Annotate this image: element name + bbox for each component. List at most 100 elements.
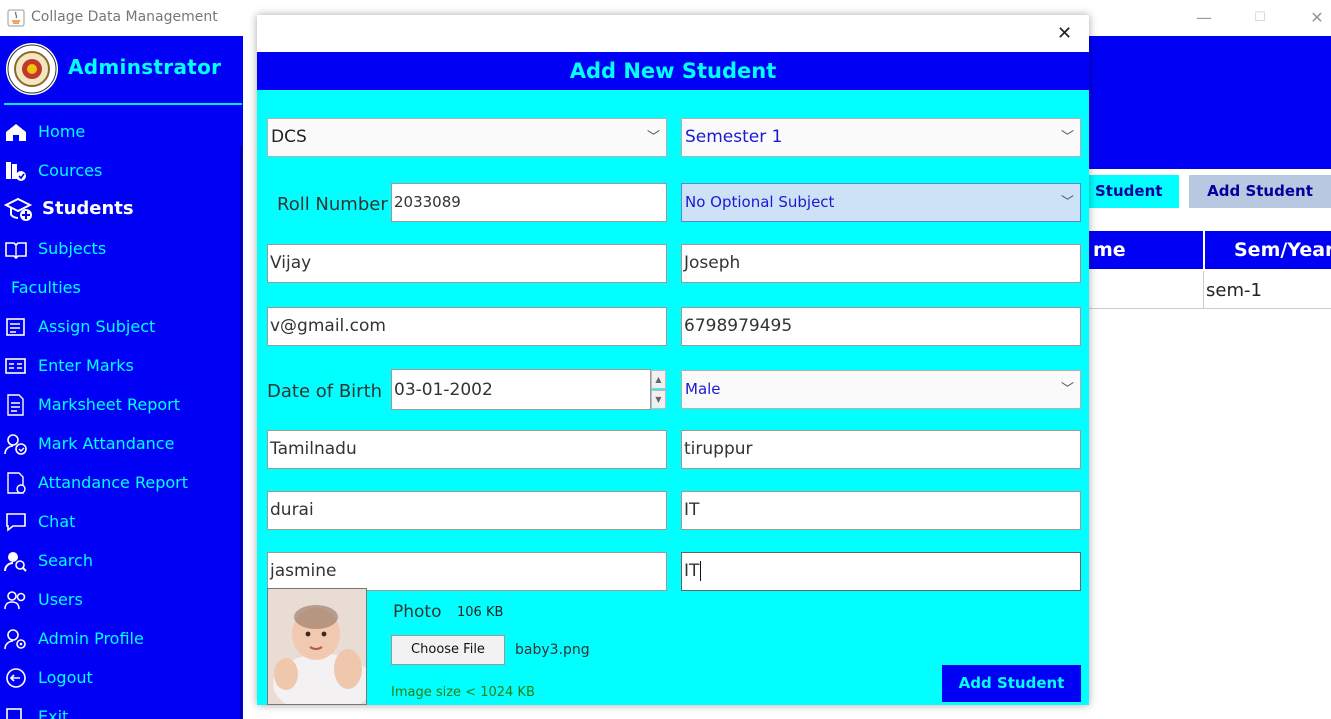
photo-size: 106 KB — [457, 605, 504, 620]
attendance-report-icon — [7, 472, 26, 494]
roll-number-input[interactable]: 2033089 — [391, 183, 667, 222]
father-occupation-input[interactable]: IT — [681, 491, 1081, 530]
assign-icon — [6, 318, 25, 336]
semester-value: Semester 1 — [685, 127, 783, 147]
dialog-body: DCS ﹀ Semester 1 ﹀ Roll Number 2033089 N… — [257, 90, 1089, 705]
sidebar-item-marksheet-report[interactable]: Marksheet Report — [0, 390, 240, 420]
sidebar-item-label: Subjects — [38, 239, 107, 258]
sidebar-item-admin-profile[interactable]: Admin Profile — [0, 624, 240, 654]
home-icon — [6, 124, 26, 141]
choose-file-button[interactable]: Choose File — [391, 635, 505, 665]
sidebar-item-search[interactable]: Search — [0, 546, 240, 576]
window-close-button[interactable]: ✕ — [1306, 8, 1328, 28]
optional-subject-value: No Optional Subject — [685, 193, 835, 211]
sidebar-item-exit[interactable]: Exit — [0, 702, 240, 719]
sidebar-item-label: Cources — [38, 161, 103, 180]
logout-icon — [6, 668, 26, 688]
dob-input[interactable]: 03-01-2002 — [391, 369, 651, 410]
mother-occupation-input[interactable]: IT — [681, 552, 1081, 591]
student-photo — [267, 588, 367, 705]
java-app-icon — [7, 9, 25, 27]
chat-icon — [6, 513, 26, 532]
state-input[interactable]: Tamilnadu — [267, 430, 667, 469]
books-icon — [6, 162, 26, 181]
tab-add-student[interactable]: Add Student — [1189, 175, 1331, 208]
add-student-dialog: ✕ Add New Student DCS ﹀ Semester 1 ﹀ Rol… — [257, 15, 1089, 705]
sidebar-item-chat[interactable]: Chat — [0, 507, 240, 537]
text-cursor — [700, 561, 702, 581]
marks-icon — [5, 358, 26, 374]
sidebar-item-subjects[interactable]: Subjects — [0, 234, 240, 264]
sidebar-item-faculties[interactable]: Faculties — [0, 273, 240, 303]
father-name-input[interactable]: durai — [267, 491, 667, 530]
chevron-down-icon: ﹀ — [646, 130, 660, 145]
report-icon — [7, 394, 24, 416]
city-input[interactable]: tiruppur — [681, 430, 1081, 469]
minimize-button[interactable]: — — [1193, 8, 1215, 28]
college-logo — [6, 43, 58, 95]
dob-decrement-button[interactable]: ▼ — [651, 390, 666, 409]
sidebar-item-label: Logout — [38, 668, 93, 687]
sidebar-item-label: Assign Subject — [38, 317, 156, 336]
sidebar-item-students[interactable]: Students — [0, 194, 240, 224]
dob-increment-button[interactable]: ▲ — [651, 370, 666, 389]
sidebar-item-label: Search — [38, 551, 93, 570]
first-name-input[interactable]: Vijay — [267, 244, 667, 283]
optional-subject-select[interactable]: No Optional Subject ﹀ — [681, 183, 1081, 222]
exit-icon — [6, 708, 22, 719]
department-value: DCS — [271, 127, 307, 147]
semester-select[interactable]: Semester 1 ﹀ — [681, 118, 1081, 157]
sidebar-item-label: Admin Profile — [38, 629, 144, 648]
graduation-cap-icon — [4, 197, 33, 221]
maximize-button[interactable]: ☐ — [1249, 8, 1271, 28]
dialog-close-button[interactable]: ✕ — [1057, 23, 1072, 44]
sidebar-item-mark-attandance[interactable]: Mark Attandance — [0, 429, 240, 459]
sidebar-item-cources[interactable]: Cources — [0, 156, 240, 186]
sidebar-item-label: Enter Marks — [38, 356, 134, 375]
tab-student[interactable]: Student — [1089, 175, 1179, 208]
file-name: baby3.png — [515, 642, 590, 658]
email-input[interactable]: v@gmail.com — [267, 307, 667, 346]
department-select[interactable]: DCS ﹀ — [267, 118, 667, 157]
add-student-submit-button[interactable]: Add Student — [942, 665, 1081, 702]
admin-profile-icon — [4, 629, 26, 650]
table-cell-sem: sem-1 — [1204, 271, 1331, 309]
sidebar-divider — [240, 146, 242, 719]
table-header: me Sem/Year — [1089, 231, 1331, 269]
users-icon — [4, 591, 26, 610]
sidebar-item-label: Exit — [38, 707, 69, 719]
main-header-band — [1089, 36, 1331, 169]
table-cell — [1089, 271, 1204, 309]
image-size-hint: Image size < 1024 KB — [391, 685, 535, 700]
sidebar-item-attandance-report[interactable]: Attandance Report — [0, 468, 240, 498]
column-header-name: me — [1093, 239, 1126, 261]
mother-name-input[interactable]: jasmine — [267, 552, 667, 591]
window-title: Collage Data Management — [31, 9, 218, 25]
brand-divider — [4, 103, 242, 105]
chevron-down-icon: ﹀ — [1060, 130, 1074, 145]
sidebar-item-users[interactable]: Users — [0, 585, 240, 615]
sidebar-item-label: Attandance Report — [38, 473, 189, 492]
chevron-down-icon: ﹀ — [1060, 382, 1074, 397]
sidebar-item-logout[interactable]: Logout — [0, 663, 240, 693]
photo-label: Photo — [393, 602, 442, 622]
search-user-icon — [4, 552, 27, 572]
sidebar-item-label: Users — [38, 590, 83, 609]
roll-number-label: Roll Number — [277, 194, 388, 215]
last-name-input[interactable]: Joseph — [681, 244, 1081, 283]
sidebar-item-label: Mark Attandance — [38, 434, 175, 453]
gender-select[interactable]: Male ﹀ — [681, 370, 1081, 409]
sidebar-item-label: Home — [38, 122, 86, 141]
sidebar-item-assign-subject[interactable]: Assign Subject — [0, 312, 240, 342]
sidebar-item-label: Students — [42, 198, 134, 219]
open-book-icon — [5, 242, 27, 260]
phone-input[interactable]: 6798979495 — [681, 307, 1081, 346]
sidebar-brand: Adminstrator — [68, 55, 222, 79]
mother-occupation-value: IT — [684, 561, 700, 581]
gender-value: Male — [685, 380, 721, 398]
sidebar-item-enter-marks[interactable]: Enter Marks — [0, 351, 240, 381]
sidebar-item-label: Faculties — [11, 278, 81, 297]
sidebar-item-label: Chat — [38, 512, 76, 531]
chevron-down-icon: ﹀ — [1060, 195, 1074, 210]
sidebar-item-home[interactable]: Home — [0, 117, 240, 147]
